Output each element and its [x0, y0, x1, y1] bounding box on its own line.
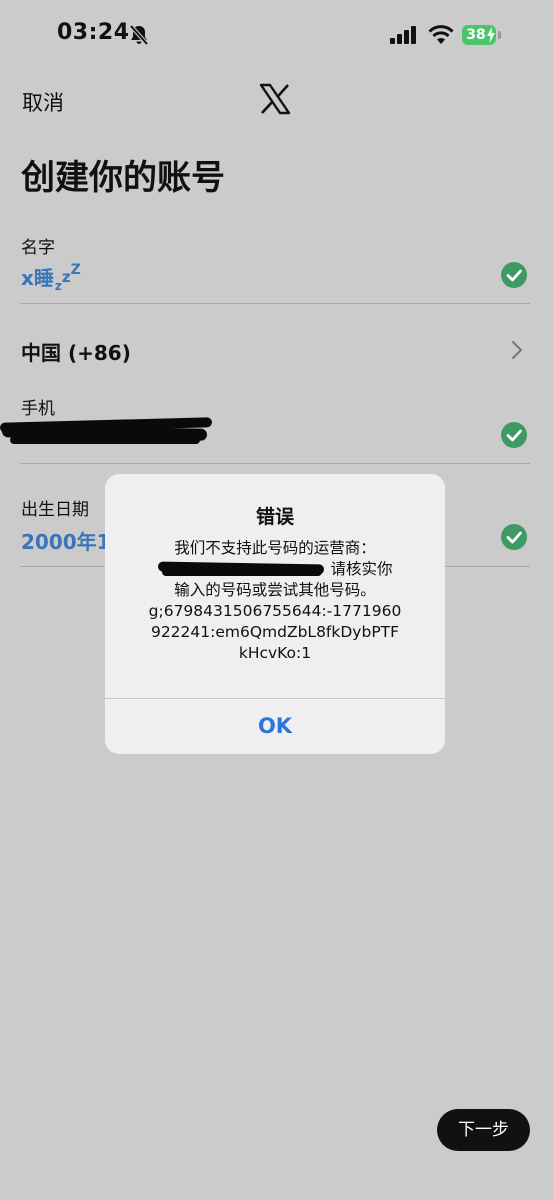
- battery-cap: [498, 31, 501, 39]
- redacted-carrier: [157, 561, 326, 576]
- charging-bolt-icon: [487, 27, 495, 43]
- dialog-message-line: 输入的号码或尝试其他号码。: [174, 581, 376, 599]
- dialog-message-line: kHcvKo:1: [238, 644, 312, 662]
- dialog-message-line: 请核实你: [105, 559, 445, 580]
- phone-field[interactable]: [0, 414, 480, 450]
- cellular-signal-icon: [390, 26, 416, 44]
- battery-indicator: 38: [462, 25, 496, 45]
- page-title: 创建你的账号: [21, 158, 225, 198]
- checkmark-icon: [501, 524, 527, 550]
- redaction-mark: [161, 568, 322, 576]
- birth-date-field[interactable]: 2000年1: [21, 526, 111, 555]
- status-time: 03:24: [57, 20, 130, 45]
- name-label: 名字: [21, 238, 55, 258]
- dialog-message-line: 我们不支持此号码的运营商：: [174, 539, 376, 557]
- name-value: x睡: [21, 266, 54, 290]
- wifi-icon: [428, 25, 454, 44]
- error-dialog: 错误 我们不支持此号码的运营商： 请核实你 输入的号码或尝试其他号码。 g;67…: [105, 474, 445, 754]
- name-suffix-z: z: [61, 268, 71, 286]
- dialog-message: 我们不支持此号码的运营商： 请核实你 输入的号码或尝试其他号码。 g;67984…: [105, 538, 445, 664]
- chevron-right-icon[interactable]: [511, 340, 523, 360]
- status-bar: 03:24 38: [0, 0, 553, 70]
- name-field[interactable]: x睡zzZ: [21, 262, 81, 293]
- x-logo-icon: [259, 83, 291, 115]
- dialog-message-line: 922241:em6QmdZbL8fkDybPTF: [150, 623, 400, 641]
- battery-level: 38: [466, 27, 486, 43]
- name-suffix-z: z: [54, 279, 62, 293]
- checkmark-icon: [501, 262, 527, 288]
- next-button[interactable]: 下一步: [437, 1109, 530, 1151]
- bell-slash-icon: [129, 24, 149, 46]
- cancel-button[interactable]: 取消: [22, 87, 64, 117]
- name-suffix-z: Z: [70, 262, 81, 278]
- country-selector[interactable]: 中国 (+86): [21, 337, 131, 366]
- redaction-mark: [10, 436, 200, 444]
- checkmark-icon: [501, 422, 527, 448]
- divider: [20, 463, 530, 464]
- dialog-title: 错误: [255, 506, 294, 528]
- dialog-message-line: g;6798431506755644:-1771960: [148, 602, 402, 620]
- divider: [20, 303, 530, 304]
- dialog-message-text: 请核实你: [330, 560, 393, 578]
- ok-button[interactable]: OK: [105, 699, 445, 754]
- birth-date-label: 出生日期: [21, 500, 89, 520]
